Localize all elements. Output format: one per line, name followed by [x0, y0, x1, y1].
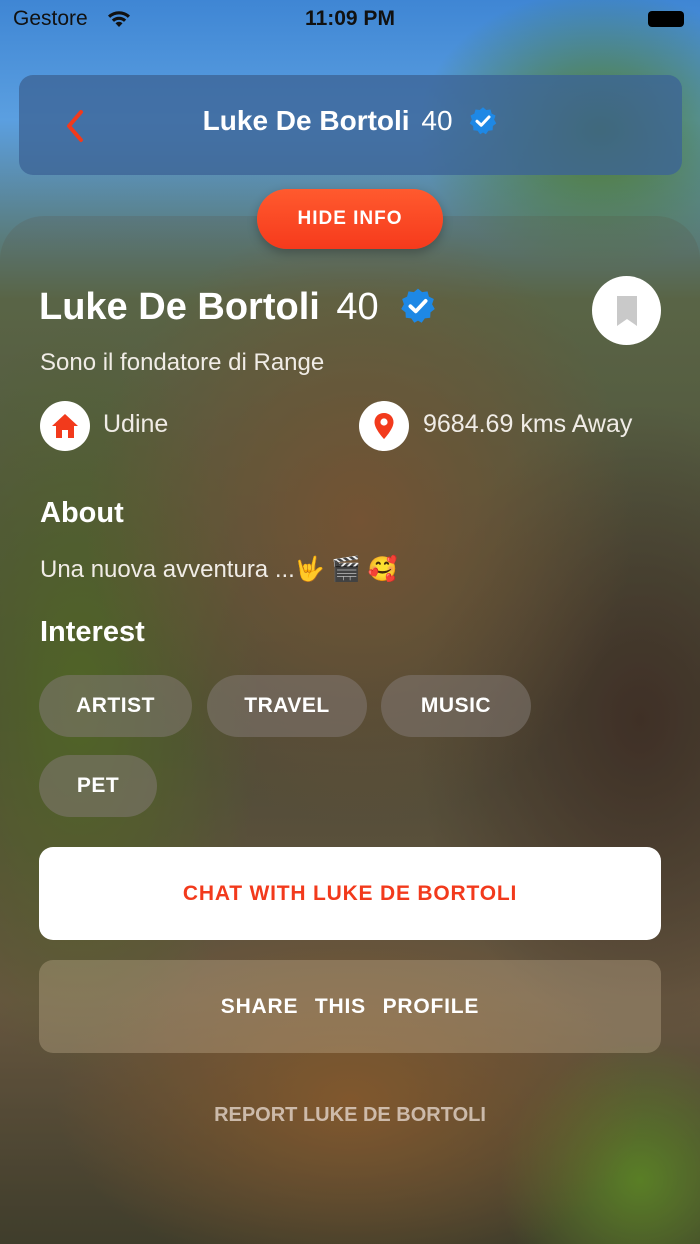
- city-label: Udine: [103, 410, 169, 438]
- home-icon-badge: [40, 401, 90, 451]
- verified-badge-icon: [470, 107, 497, 135]
- profile-bio: Sono il fondatore di Range: [40, 349, 325, 376]
- about-text: Una nuova avventura ...🤟 🎬 🥰: [40, 556, 398, 583]
- profile-name-text: Luke De Bortoli: [39, 286, 320, 328]
- clock: 11:09 PM: [305, 7, 395, 30]
- about-heading: About: [40, 497, 124, 529]
- status-bar: Gestore 11:09 PM: [0, 0, 700, 40]
- interest-heading: Interest: [40, 616, 145, 648]
- hide-info-button[interactable]: HIDE INFO: [257, 189, 443, 249]
- battery-icon: [648, 11, 684, 27]
- interest-chip-pet[interactable]: PET: [39, 755, 157, 817]
- interest-chip-artist[interactable]: ARTIST: [39, 675, 192, 737]
- verified-badge-icon: [401, 288, 436, 323]
- location-pin-icon: [374, 413, 394, 439]
- interest-chip-music[interactable]: MUSIC: [381, 675, 531, 737]
- profile-age: 40: [336, 286, 379, 328]
- distance-label: 9684.69 kms Away: [423, 410, 633, 438]
- share-profile-button[interactable]: SHARE THIS PROFILE: [39, 960, 661, 1053]
- home-icon: [52, 414, 78, 438]
- chat-button[interactable]: CHAT WITH LUKE DE BORTOLI: [39, 847, 661, 940]
- header-age: 40: [421, 105, 453, 136]
- profile-header: Luke De Bortoli 40: [19, 75, 682, 175]
- bookmark-icon: [616, 295, 637, 326]
- report-user-link[interactable]: REPORT LUKE DE BORTOLI: [0, 1104, 700, 1127]
- profile-name: Luke De Bortoli 40: [39, 286, 437, 329]
- location-pin-badge: [359, 401, 409, 451]
- bookmark-button[interactable]: [592, 276, 661, 345]
- interest-chip-travel[interactable]: TRAVEL: [207, 675, 367, 737]
- header-name: Luke De Bortoli: [202, 105, 410, 136]
- header-title: Luke De Bortoli 40: [19, 105, 682, 137]
